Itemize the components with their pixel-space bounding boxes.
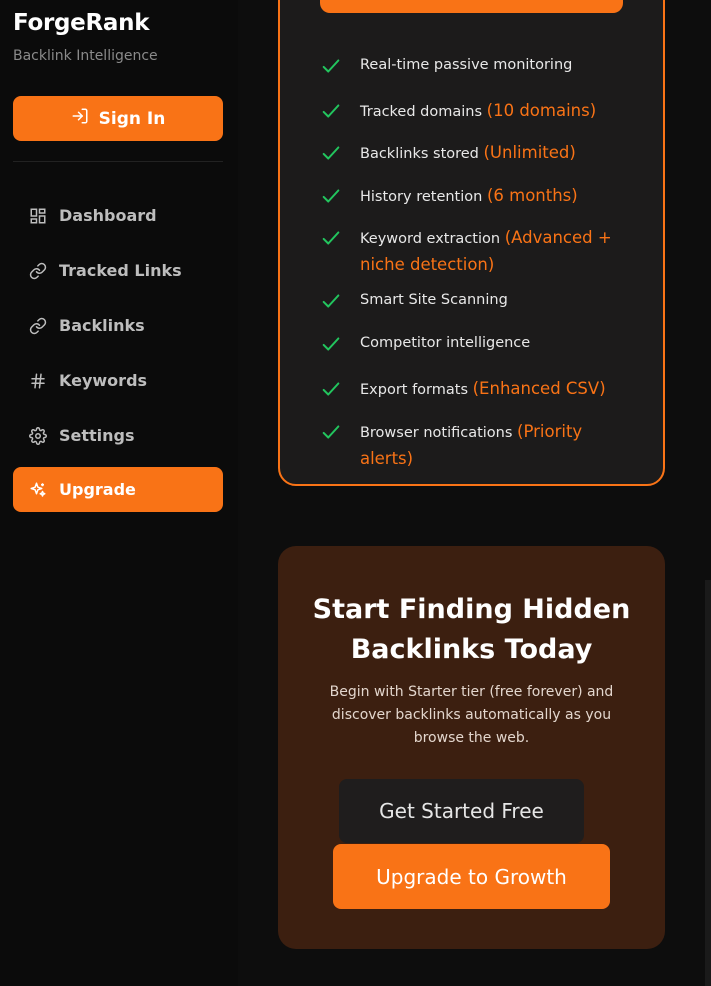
feature-item: Tracked domains (10 domains) — [320, 98, 640, 126]
sidebar-item-label: Dashboard — [59, 206, 157, 225]
gear-icon — [29, 426, 47, 445]
check-icon — [320, 98, 346, 126]
feature-limit: (Enhanced CSV) — [472, 379, 606, 398]
scrollbar[interactable] — [705, 580, 711, 986]
sidebar-item-label: Tracked Links — [59, 261, 182, 280]
cta-card: Start Finding Hidden Backlinks Today Beg… — [278, 546, 665, 949]
feature-limit: (Unlimited) — [483, 143, 576, 162]
feature-text: Browser notifications — [359, 425, 513, 441]
check-icon — [320, 331, 346, 359]
feature-text: Smart Site Scanning — [360, 292, 508, 308]
check-icon — [320, 288, 346, 316]
sidebar-item-label: Backlinks — [59, 316, 145, 335]
feature-limit: (Advanced + — [504, 228, 612, 247]
cta-title-line2: Backlinks Today — [350, 634, 593, 665]
brand-tagline: Backlink Intelligence — [13, 48, 158, 64]
feature-text: Real-time passive monitoring — [360, 57, 573, 73]
check-icon — [320, 225, 346, 253]
feature-text: History retention — [360, 189, 483, 205]
sidebar-item-backlinks[interactable]: Backlinks — [13, 303, 223, 348]
brand-name: ForgeRank — [13, 10, 150, 36]
sign-in-label: Sign In — [98, 108, 166, 129]
sidebar-item-label: Settings — [59, 426, 135, 445]
sign-in-icon — [71, 107, 89, 130]
hash-icon — [29, 372, 47, 390]
grid-icon — [29, 207, 47, 225]
feature-item: Smart Site Scanning — [320, 288, 640, 316]
sidebar-item-tracked-links[interactable]: Tracked Links — [13, 248, 223, 293]
check-icon — [320, 183, 346, 211]
feature-item: Backlinks stored (Unlimited) — [320, 140, 640, 168]
feature-text: Competitor intelligence — [360, 335, 531, 351]
sidebar-item-dashboard[interactable]: Dashboard — [13, 193, 223, 238]
sign-in-button[interactable]: Sign In — [13, 96, 223, 141]
sidebar-item-label: Keywords — [59, 371, 148, 390]
feature-item: Competitor intelligence — [320, 331, 640, 359]
feature-limit: (10 domains) — [486, 101, 597, 120]
feature-item: Keyword extraction (Advanced + niche dete… — [320, 225, 640, 279]
sidebar-item-upgrade[interactable]: Upgrade — [13, 467, 223, 512]
feature-text: Keyword extraction — [360, 231, 501, 247]
sidebar-item-label: Upgrade — [59, 480, 136, 499]
check-icon — [320, 376, 346, 404]
sidebar: ForgeRank Backlink Intelligence Sign In … — [0, 0, 238, 986]
sidebar-item-keywords[interactable]: Keywords — [13, 358, 223, 403]
feature-limit-continued: niche detection) — [360, 255, 495, 274]
sidebar-divider — [13, 161, 223, 162]
cta-title-line1: Start Finding Hidden — [312, 594, 631, 625]
feature-item: History retention (6 months) — [320, 183, 640, 211]
cta-description: Begin with Starter tier (free forever) a… — [329, 684, 614, 746]
get-started-free-button[interactable]: Get Started Free — [339, 779, 584, 843]
link-icon — [29, 262, 47, 280]
feature-item: Real-time passive monitoring — [320, 53, 640, 81]
feature-text: Export formats — [360, 382, 469, 398]
feature-text: Tracked domains — [360, 104, 483, 120]
feature-limit: (6 months) — [486, 186, 578, 205]
sidebar-item-settings[interactable]: Settings — [13, 413, 223, 458]
sparkles-icon — [29, 481, 47, 499]
feature-item: Export formats (Enhanced CSV) — [320, 376, 640, 404]
feature-text: Backlinks stored — [360, 146, 479, 162]
feature-item: Browser notifications (Priority alerts) — [320, 419, 640, 473]
check-icon — [320, 53, 346, 81]
check-icon — [320, 140, 346, 168]
upgrade-to-growth-button[interactable]: Upgrade to Growth — [333, 844, 610, 909]
plan-select-button[interactable] — [320, 0, 623, 13]
link-icon — [29, 317, 47, 335]
check-icon — [320, 419, 346, 447]
cta-title: Start Finding Hidden Backlinks Today — [278, 590, 665, 670]
